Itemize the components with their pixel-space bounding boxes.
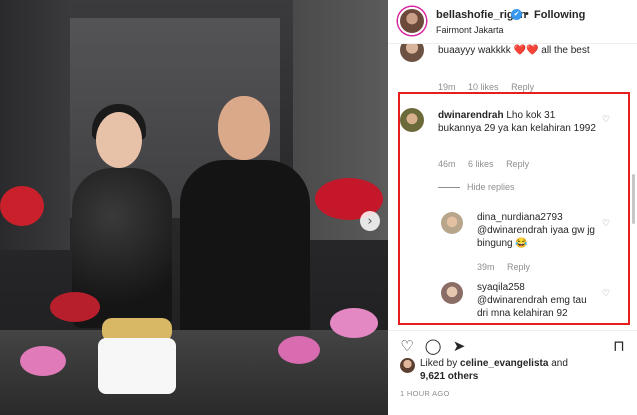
post-header: bellashofie_rigan ✔ • Following Fairmont… — [388, 0, 637, 44]
post-timestamp[interactable]: 1 HOUR AGO — [400, 389, 450, 398]
liker-avatar[interactable] — [400, 358, 415, 373]
previous-comment-text: buaayyy wakkkk ❤️❤️ all the best — [438, 45, 590, 56]
photo-pink-flowers-right — [278, 336, 320, 364]
liked-by-summary: Liked by celine_evangelista and 9,621 ot… — [388, 357, 637, 383]
comments-scrollbar[interactable] — [632, 174, 635, 224]
liked-by-text: Liked by celine_evangelista and 9,621 ot… — [420, 358, 568, 382]
reply-username[interactable]: dina_nurdiana2793 — [477, 212, 563, 223]
previous-comment-meta: 19m 10 likes Reply — [438, 82, 544, 92]
reply-body: @dwinarendrah emg tau dri mna kelahiran … — [477, 295, 587, 319]
reply-button[interactable]: Reply — [511, 82, 534, 92]
header-separator: • — [525, 8, 529, 20]
hide-replies-line — [438, 187, 460, 188]
photo-roses-left — [0, 186, 44, 226]
share-icon[interactable]: ➤ — [450, 337, 468, 355]
comment-likes-count[interactable]: 6 likes — [468, 159, 494, 169]
comments-list[interactable]: buaayyy wakkkk ❤️❤️ all the best 19m 10 … — [388, 44, 637, 328]
photo-man-face — [218, 96, 270, 160]
reply-avatar-dina[interactable] — [441, 212, 463, 234]
reply-text: dina_nurdiana2793 @dwinarendrah iyaa gw … — [477, 211, 599, 250]
hide-replies-button[interactable]: Hide replies — [467, 182, 515, 192]
post-actions-bar: ♡ ◯ ➤ ⊓ — [388, 330, 637, 360]
following-button[interactable]: Following — [534, 9, 585, 21]
comment-text: dwinarendrah Lho kok 31 bukannya 29 ya k… — [438, 109, 598, 135]
reply-button[interactable]: Reply — [507, 262, 530, 272]
likes-others-count[interactable]: 9,621 others — [420, 371, 478, 382]
reply-age: 39m — [477, 262, 495, 272]
reply-username[interactable]: syaqila258 — [477, 282, 525, 293]
comment-avatar-dwinarendrah[interactable] — [400, 108, 424, 132]
reply-meta: 39m Reply — [477, 262, 540, 272]
post-side-panel: bellashofie_rigan ✔ • Following Fairmont… — [388, 0, 637, 415]
next-photo-button[interactable]: › — [360, 211, 380, 231]
verified-badge-icon: ✔ — [511, 9, 522, 20]
like-comment-heart-icon[interactable]: ♡ — [602, 115, 612, 125]
chevron-right-icon: › — [367, 213, 373, 229]
post-photo[interactable]: › — [0, 0, 388, 415]
photo-cake — [98, 338, 176, 394]
photo-pink-flowers-far-right — [330, 308, 378, 338]
comment-icon[interactable]: ◯ — [424, 337, 442, 355]
photo-pink-flowers-left — [20, 346, 66, 376]
comment-likes-count[interactable]: 10 likes — [468, 82, 499, 92]
comment-meta: 46m 6 likes Reply — [438, 159, 539, 169]
author-avatar[interactable] — [398, 7, 426, 35]
comment-age: 46m — [438, 159, 456, 169]
photo-red-flowers — [50, 292, 100, 322]
photo-table — [0, 330, 388, 415]
like-reply-heart-icon[interactable]: ♡ — [602, 289, 612, 299]
comment-username[interactable]: dwinarendrah — [438, 110, 504, 121]
reply-button[interactable]: Reply — [506, 159, 529, 169]
reply-body: @dwinarendrah iyaa gw jg bingung 😂 — [477, 225, 595, 249]
comment-age: 19m — [438, 82, 456, 92]
photo-man-shirt — [180, 160, 310, 350]
reply-avatar-syaqila[interactable] — [441, 282, 463, 304]
comment-avatar[interactable] — [400, 44, 424, 62]
photo-woman-face — [96, 112, 142, 168]
liker-username[interactable]: celine_evangelista — [460, 358, 548, 369]
bookmark-icon[interactable]: ⊓ — [610, 337, 628, 355]
like-reply-heart-icon[interactable]: ♡ — [602, 219, 612, 229]
like-heart-icon[interactable]: ♡ — [398, 337, 416, 355]
reply-text: syaqila258 @dwinarendrah emg tau dri mna… — [477, 281, 599, 320]
post-location[interactable]: Fairmont Jakarta — [436, 25, 504, 35]
